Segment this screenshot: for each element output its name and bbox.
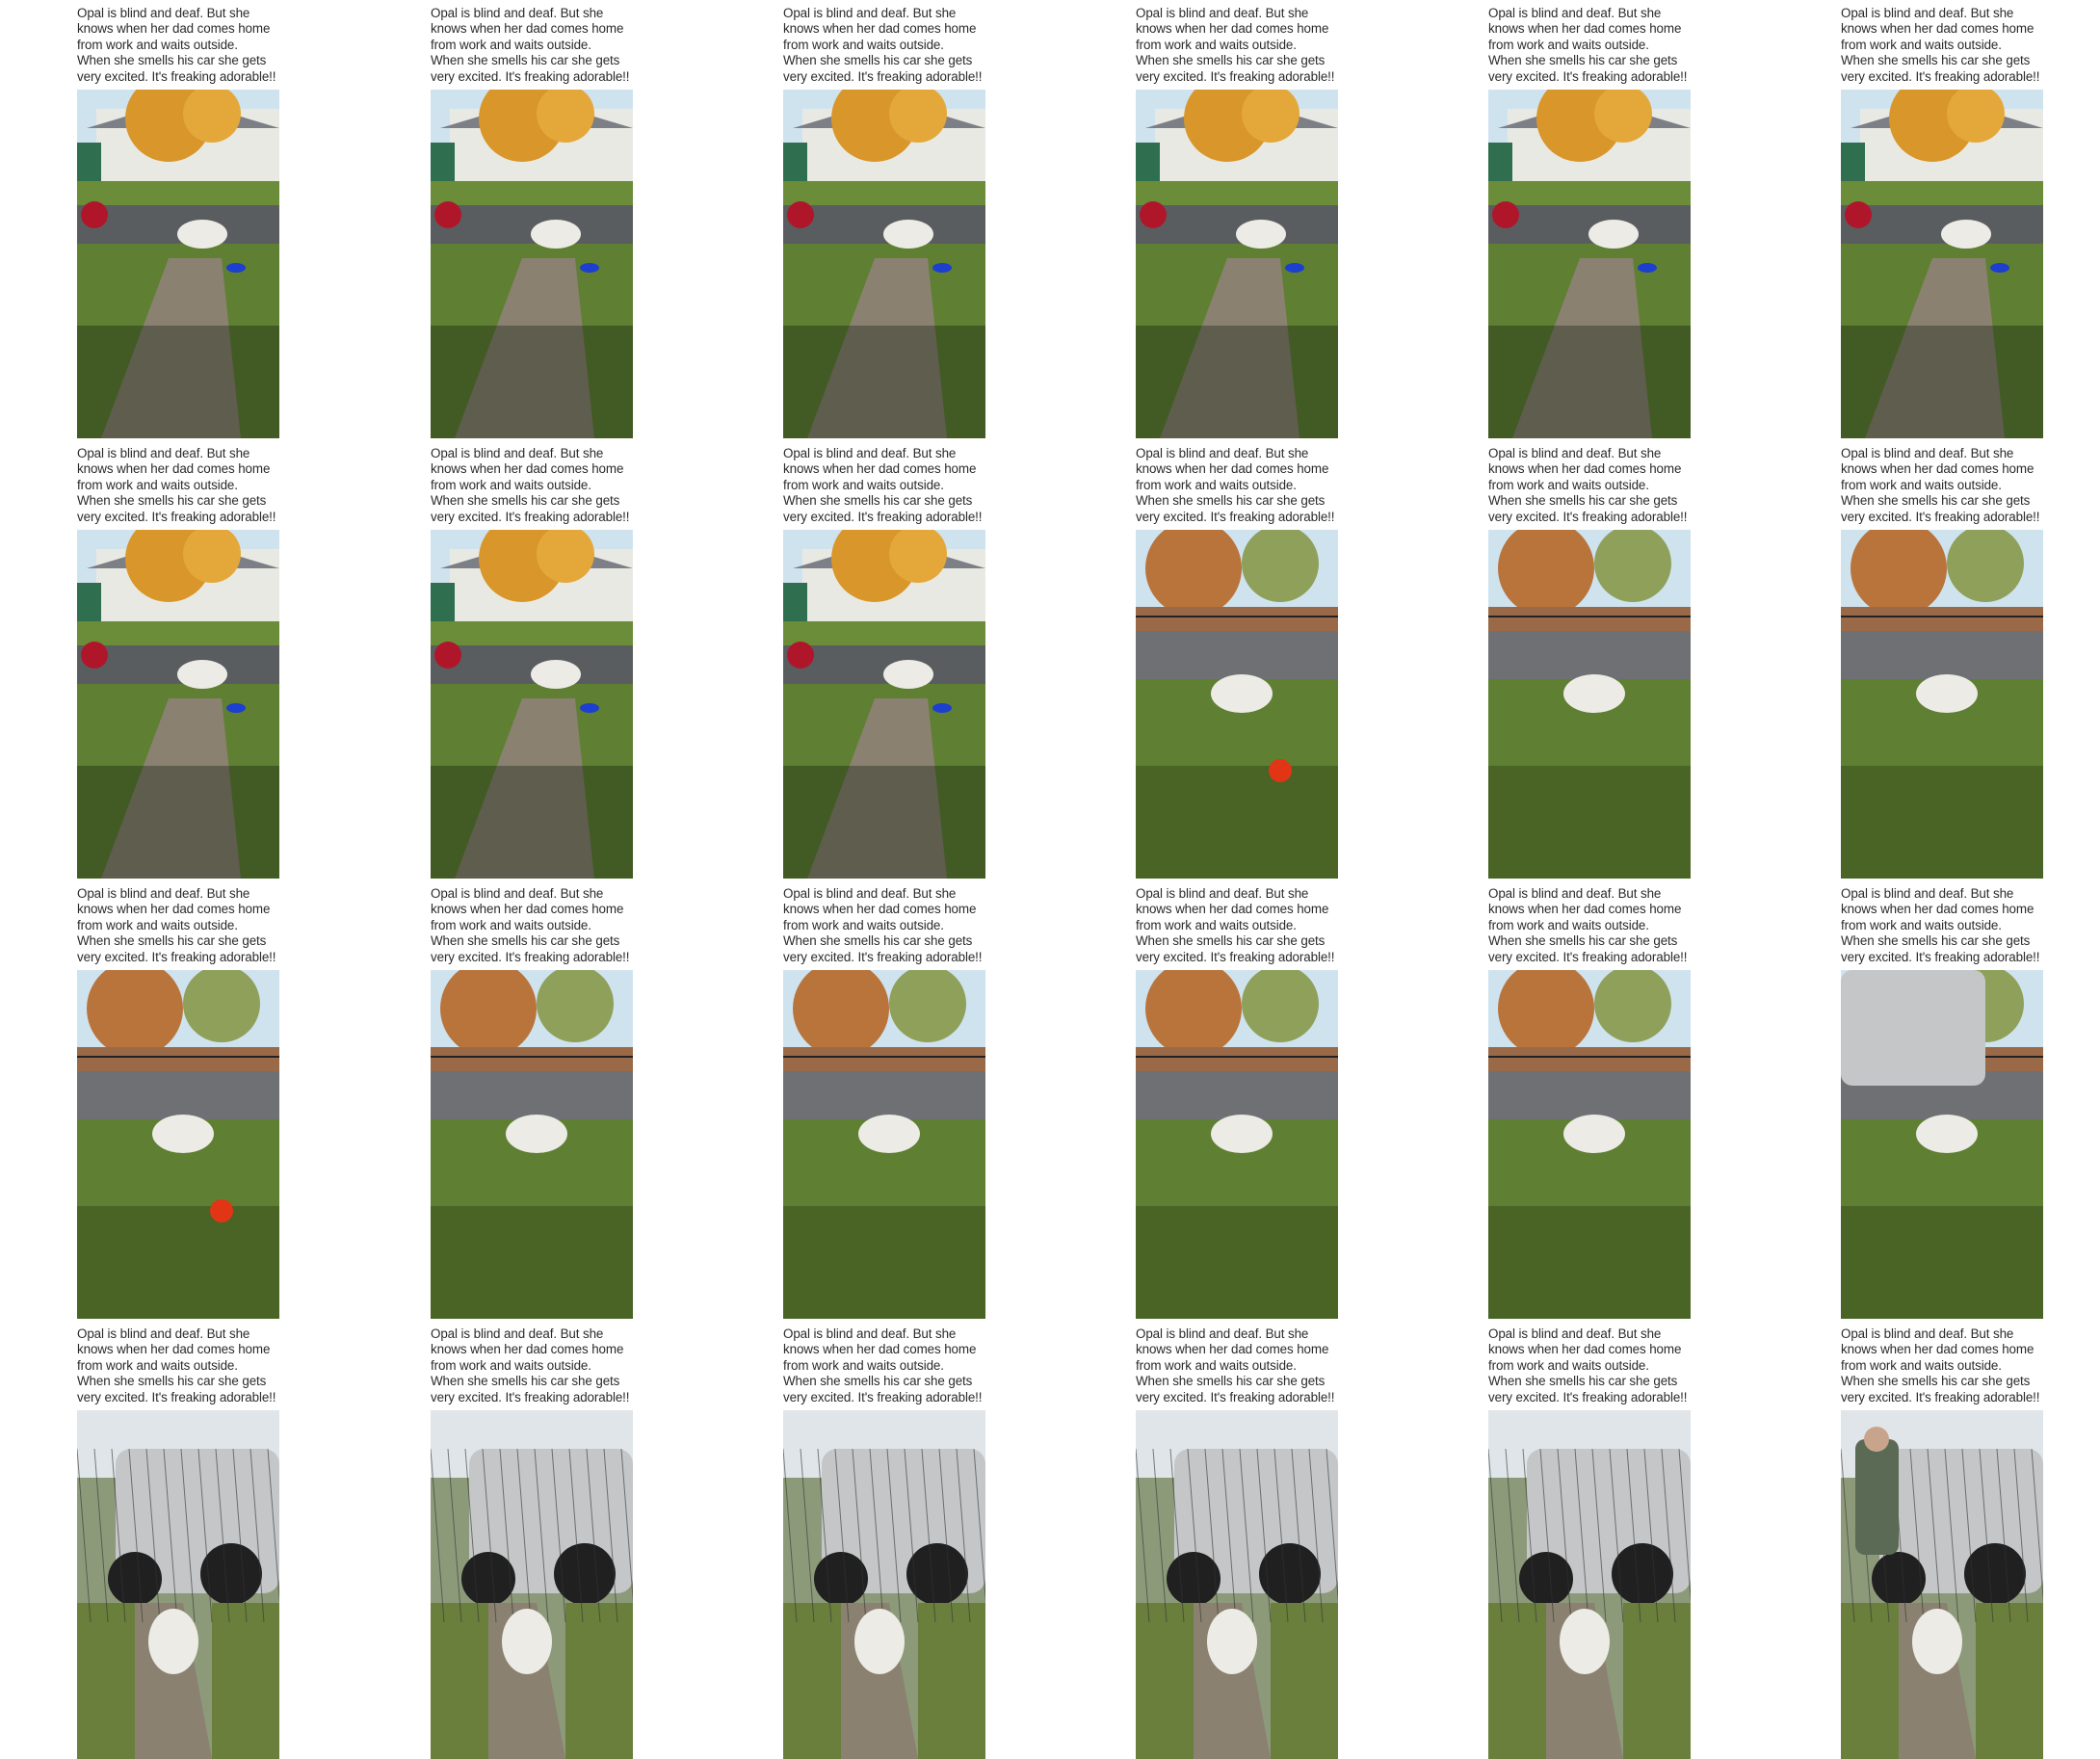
frame-caption: Opal is blind and deaf. But she knows wh…: [1488, 886, 1688, 964]
video-frame: [1841, 530, 2043, 879]
frame-grid: Opal is blind and deaf. But she knows wh…: [0, 0, 2100, 1759]
frame-caption: Opal is blind and deaf. But she knows wh…: [431, 1326, 630, 1405]
frame-cell: Opal is blind and deaf. But she knows wh…: [431, 1321, 633, 1759]
frame-cell: Opal is blind and deaf. But she knows wh…: [77, 1321, 279, 1759]
frame-cell: Opal is blind and deaf. But she knows wh…: [77, 440, 279, 879]
video-frame: [1136, 530, 1338, 879]
frame-cell: Opal is blind and deaf. But she knows wh…: [1136, 440, 1338, 879]
frame-caption: Opal is blind and deaf. But she knows wh…: [1488, 1326, 1688, 1405]
frame-caption: Opal is blind and deaf. But she knows wh…: [77, 446, 276, 524]
frame-caption: Opal is blind and deaf. But she knows wh…: [431, 886, 630, 964]
video-frame: [783, 530, 985, 879]
frame-cell: Opal is blind and deaf. But she knows wh…: [1841, 0, 2043, 438]
video-frame: [77, 530, 279, 879]
video-frame: [1488, 970, 1691, 1319]
video-frame: [783, 90, 985, 438]
video-frame: [783, 970, 985, 1319]
frame-cell: Opal is blind and deaf. But she knows wh…: [783, 0, 985, 438]
frame-cell: Opal is blind and deaf. But she knows wh…: [77, 0, 279, 438]
frame-cell: Opal is blind and deaf. But she knows wh…: [783, 440, 985, 879]
frame-caption: Opal is blind and deaf. But she knows wh…: [1841, 886, 2040, 964]
frame-caption: Opal is blind and deaf. But she knows wh…: [783, 446, 983, 524]
frame-cell: Opal is blind and deaf. But she knows wh…: [1136, 1321, 1338, 1759]
frame-caption: Opal is blind and deaf. But she knows wh…: [77, 886, 276, 964]
frame-caption: Opal is blind and deaf. But she knows wh…: [1488, 446, 1688, 524]
frame-caption: Opal is blind and deaf. But she knows wh…: [1136, 1326, 1335, 1405]
video-frame: [1136, 970, 1338, 1319]
frame-cell: Opal is blind and deaf. But she knows wh…: [431, 0, 633, 438]
frame-caption: Opal is blind and deaf. But she knows wh…: [783, 886, 983, 964]
video-frame: [1488, 1410, 1691, 1759]
video-frame: [431, 90, 633, 438]
frame-caption: Opal is blind and deaf. But she knows wh…: [1841, 1326, 2040, 1405]
frame-cell: Opal is blind and deaf. But she knows wh…: [783, 1321, 985, 1759]
video-frame: [431, 530, 633, 879]
frame-caption: Opal is blind and deaf. But she knows wh…: [1136, 886, 1335, 964]
frame-cell: Opal is blind and deaf. But she knows wh…: [1136, 880, 1338, 1319]
frame-cell: Opal is blind and deaf. But she knows wh…: [1841, 440, 2043, 879]
video-frame: [1488, 90, 1691, 438]
frame-cell: Opal is blind and deaf. But she knows wh…: [1841, 880, 2043, 1319]
frame-caption: Opal is blind and deaf. But she knows wh…: [431, 6, 630, 84]
frame-caption: Opal is blind and deaf. But she knows wh…: [1841, 6, 2040, 84]
video-frame: [1136, 1410, 1338, 1759]
frame-caption: Opal is blind and deaf. But she knows wh…: [1136, 6, 1335, 84]
frame-cell: Opal is blind and deaf. But she knows wh…: [1488, 0, 1691, 438]
frame-cell: Opal is blind and deaf. But she knows wh…: [77, 880, 279, 1319]
frame-caption: Opal is blind and deaf. But she knows wh…: [77, 6, 276, 84]
frame-caption: Opal is blind and deaf. But she knows wh…: [1841, 446, 2040, 524]
video-frame: [1841, 970, 2043, 1319]
video-frame: [1136, 90, 1338, 438]
frame-caption: Opal is blind and deaf. But she knows wh…: [783, 1326, 983, 1405]
frame-cell: Opal is blind and deaf. But she knows wh…: [1488, 880, 1691, 1319]
frame-caption: Opal is blind and deaf. But she knows wh…: [1488, 6, 1688, 84]
frame-cell: Opal is blind and deaf. But she knows wh…: [1488, 1321, 1691, 1759]
video-frame: [783, 1410, 985, 1759]
frame-cell: Opal is blind and deaf. But she knows wh…: [1488, 440, 1691, 879]
video-frame: [1841, 90, 2043, 438]
frame-caption: Opal is blind and deaf. But she knows wh…: [783, 6, 983, 84]
video-frame: [77, 90, 279, 438]
video-frame: [1488, 530, 1691, 879]
video-frame: [77, 970, 279, 1319]
frame-cell: Opal is blind and deaf. But she knows wh…: [1841, 1321, 2043, 1759]
frame-cell: Opal is blind and deaf. But she knows wh…: [1136, 0, 1338, 438]
video-frame: [431, 970, 633, 1319]
frame-caption: Opal is blind and deaf. But she knows wh…: [431, 446, 630, 524]
frame-cell: Opal is blind and deaf. But she knows wh…: [431, 440, 633, 879]
video-frame: [1841, 1410, 2043, 1759]
video-frame: [77, 1410, 279, 1759]
frame-caption: Opal is blind and deaf. But she knows wh…: [77, 1326, 276, 1405]
frame-cell: Opal is blind and deaf. But she knows wh…: [431, 880, 633, 1319]
frame-cell: Opal is blind and deaf. But she knows wh…: [783, 880, 985, 1319]
frame-caption: Opal is blind and deaf. But she knows wh…: [1136, 446, 1335, 524]
video-frame: [431, 1410, 633, 1759]
